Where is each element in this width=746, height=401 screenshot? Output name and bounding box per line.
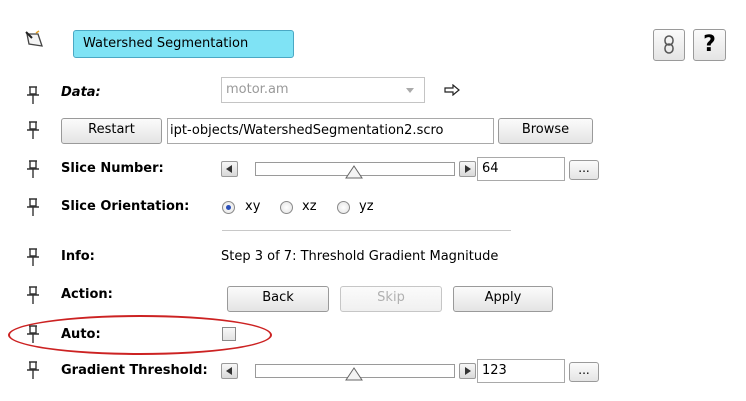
data-select-value: motor.am [226, 82, 289, 97]
wand-icon [24, 30, 46, 50]
slider-right-arrow[interactable] [459, 161, 476, 177]
section-divider [222, 230, 511, 231]
dependency-button[interactable] [653, 29, 685, 61]
data-label: Data: [61, 85, 101, 100]
slice-number-more-button[interactable]: ... [569, 160, 599, 180]
action-label: Action: [61, 287, 113, 302]
slider-thumb[interactable] [345, 367, 363, 385]
arrow-right-icon[interactable] [444, 83, 460, 100]
pin-icon[interactable] [26, 120, 40, 140]
radio-yz-label: yz [359, 199, 374, 214]
skip-button[interactable]: Skip [340, 286, 442, 312]
auto-highlight-ellipse [8, 315, 272, 355]
radio-xy[interactable] [222, 201, 235, 214]
link-icon [662, 35, 676, 63]
module-title[interactable]: Watershed Segmentation [73, 30, 294, 58]
pin-icon[interactable] [26, 247, 40, 267]
back-button[interactable]: Back [227, 286, 329, 312]
slice-number-label: Slice Number: [61, 161, 164, 176]
slice-number-field[interactable]: 64 [477, 157, 565, 181]
browse-button[interactable]: Browse [498, 118, 593, 144]
gradient-threshold-label: Gradient Threshold: [61, 363, 208, 378]
slider-thumb[interactable] [345, 165, 363, 183]
data-select[interactable]: motor.am [221, 77, 425, 103]
gradient-threshold-slider[interactable] [221, 361, 477, 383]
radio-yz[interactable] [337, 201, 350, 214]
pin-icon[interactable] [26, 285, 40, 305]
pin-icon[interactable] [26, 197, 40, 217]
slider-left-arrow[interactable] [221, 363, 238, 379]
slice-orientation-label: Slice Orientation: [61, 199, 190, 214]
slider-left-arrow[interactable] [221, 161, 238, 177]
script-path-field[interactable]: ipt-objects/WatershedSegmentation2.scro [167, 118, 494, 144]
pin-icon[interactable] [26, 159, 40, 179]
gradient-threshold-more-button[interactable]: ... [569, 362, 599, 382]
restart-button[interactable]: Restart [61, 118, 162, 144]
slider-right-arrow[interactable] [459, 363, 476, 379]
apply-button[interactable]: Apply [453, 286, 553, 312]
info-text: Step 3 of 7: Threshold Gradient Magnitud… [221, 249, 499, 264]
radio-xz[interactable] [280, 201, 293, 214]
chevron-down-icon [406, 88, 414, 93]
pin-icon[interactable] [26, 360, 40, 380]
pin-icon[interactable] [26, 85, 40, 105]
radio-xy-label: xy [245, 199, 261, 214]
slice-number-slider[interactable] [221, 159, 477, 181]
radio-xz-label: xz [302, 199, 317, 214]
info-label: Info: [61, 249, 95, 264]
help-button[interactable]: ? [693, 29, 726, 61]
gradient-threshold-field[interactable]: 123 [477, 359, 565, 383]
